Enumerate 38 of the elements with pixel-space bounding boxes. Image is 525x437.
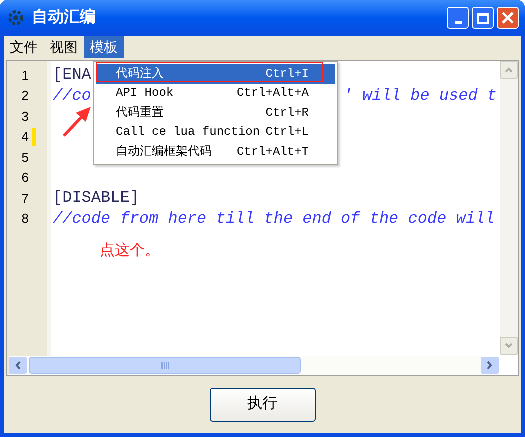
line-number: 7	[20, 190, 29, 208]
line-number: 4	[20, 128, 29, 146]
horizontal-scrollbar[interactable]	[9, 356, 499, 375]
maximize-button[interactable]	[472, 7, 494, 29]
window-title: 自动汇编	[32, 7, 96, 28]
change-marker	[32, 128, 36, 146]
code-text: //code from here till the end of the code will	[53, 208, 495, 230]
menu-option[interactable]: 自动汇编框架代码 Ctrl+Alt+T	[96, 142, 335, 162]
execute-button[interactable]: 执行	[210, 388, 316, 422]
scroll-thumb[interactable]	[29, 357, 301, 374]
line-number: 8	[20, 210, 29, 228]
line-number: 6	[20, 169, 29, 187]
scroll-left-button[interactable]	[9, 357, 27, 374]
menu-option[interactable]: Call ce lua function Ctrl+L	[96, 122, 335, 142]
menu-item[interactable]: 文件	[4, 36, 44, 58]
line-number: 1	[20, 66, 29, 84]
menu-item[interactable]: 模板	[84, 36, 124, 58]
line-number: 3	[20, 108, 29, 126]
gear-icon	[6, 8, 26, 28]
line-number: 5	[20, 148, 29, 166]
code-text: [DISABLE]	[53, 188, 140, 210]
pointer-arrow	[62, 106, 92, 138]
menu-item[interactable]: 视图	[44, 36, 84, 58]
grip-icon	[161, 362, 169, 369]
menu-option[interactable]: 代码注入 Ctrl+I	[96, 64, 335, 84]
menu-option[interactable]: 代码重置 Ctrl+R	[96, 103, 335, 122]
code-text: //co	[53, 86, 92, 107]
scroll-right-button[interactable]	[481, 357, 499, 374]
code-text: [ENA	[53, 65, 92, 86]
annotation-text: 点这个。	[100, 240, 160, 261]
menu-option[interactable]: API Hook Ctrl+Alt+A	[96, 84, 335, 103]
minimize-button[interactable]	[447, 7, 469, 29]
line-number: 2	[20, 87, 29, 105]
close-button[interactable]	[497, 7, 519, 29]
code-text: ' will be used t	[343, 86, 498, 107]
minimize-icon	[454, 21, 462, 24]
maximize-icon	[477, 12, 489, 24]
close-icon	[502, 12, 514, 24]
